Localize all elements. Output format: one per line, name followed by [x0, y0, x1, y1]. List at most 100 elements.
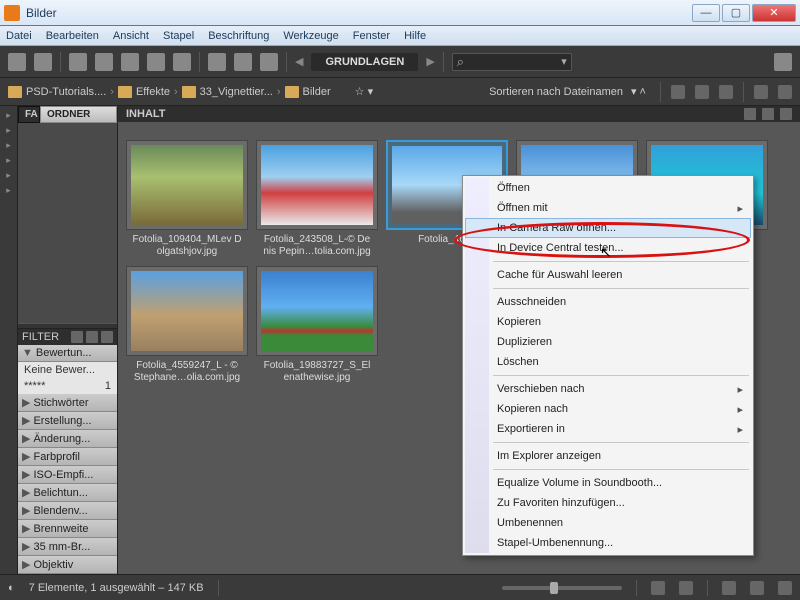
minimize-button[interactable]: — — [692, 4, 720, 22]
nav-back-icon[interactable] — [8, 53, 26, 71]
context-menu-item[interactable]: Duplizieren — [465, 332, 751, 352]
menu-bearbeiten[interactable]: Bearbeiten — [46, 30, 99, 42]
context-menu-item[interactable]: Stapel-Umbenennung... — [465, 533, 751, 553]
rotate-ccw-icon[interactable] — [208, 53, 226, 71]
window-title: Bilder — [26, 6, 692, 20]
pin-icon[interactable] — [71, 331, 83, 343]
clear-icon[interactable] — [86, 331, 98, 343]
context-menu-item[interactable]: Öffnen mit▸ — [465, 198, 751, 218]
thumbnail[interactable]: Fotolia_243508_L-© Denis Pepin…tolia.com… — [256, 140, 378, 258]
grid-lock-icon[interactable] — [651, 581, 665, 595]
context-menu-item[interactable]: Equalize Volume in Soundbooth... — [465, 473, 751, 493]
context-menu-item[interactable]: Umbenennen — [465, 513, 751, 533]
menu-fenster[interactable]: Fenster — [353, 30, 390, 42]
nav-forward-icon[interactable] — [34, 53, 52, 71]
filter-no-rating[interactable]: Keine Bewer... — [18, 362, 117, 378]
spinner-icon: ◐ — [8, 582, 15, 594]
download-icon[interactable] — [69, 53, 87, 71]
folder-icon — [8, 86, 22, 98]
filter-belichtung[interactable]: ▶Belichtun... — [18, 484, 117, 502]
filter-panel-header[interactable]: FILTER — [18, 329, 117, 345]
context-menu-item[interactable]: Verschieben nach▸ — [465, 379, 751, 399]
context-menu-item[interactable]: Zu Favoriten hinzufügen... — [465, 493, 751, 513]
tab-favorites[interactable]: FA — [18, 106, 40, 123]
camera-icon[interactable] — [95, 53, 113, 71]
open-app-icon[interactable] — [147, 53, 165, 71]
thumbnail[interactable]: Fotolia_109404_MLev Dolgatshjov.jpg — [126, 140, 248, 258]
rotate-cw-icon[interactable] — [234, 53, 252, 71]
context-menu-item[interactable]: In Camera Raw öffnen... — [465, 218, 751, 238]
menu-ansicht[interactable]: Ansicht — [113, 30, 149, 42]
filter-aenderung[interactable]: ▶Änderung... — [18, 430, 117, 448]
folder-icon — [285, 86, 299, 98]
context-menu-item[interactable]: Löschen — [465, 352, 751, 372]
crumb-4[interactable]: Bilder — [303, 86, 331, 98]
context-menu-item[interactable]: Kopieren — [465, 312, 751, 332]
new-folder-icon[interactable] — [754, 85, 768, 99]
workspace-label[interactable]: GRUNDLAGEN — [311, 53, 418, 71]
close-button[interactable]: ✕ — [752, 4, 796, 22]
favorite-star-icon[interactable]: ☆ ▾ — [355, 85, 373, 98]
view-mode-3-icon[interactable] — [778, 581, 792, 595]
context-menu-item[interactable]: Ausschneiden — [465, 292, 751, 312]
left-panels: FA ORDNER FILTER ▼Bewertun... Keine Bewe… — [18, 106, 118, 574]
view-grid-icon[interactable] — [744, 108, 756, 120]
app-icon — [4, 5, 20, 21]
thumbnail-caption: Fotolia_4559247_L - ©Stephane…olia.com.j… — [134, 360, 240, 384]
folder-icon — [182, 86, 196, 98]
cursor-icon: ↖ — [600, 244, 612, 261]
filter-erstellung[interactable]: ▶Erstellung... — [18, 412, 117, 430]
filter-5-stars[interactable]: *****1 — [18, 378, 117, 394]
view-list-icon[interactable] — [780, 108, 792, 120]
crumb-3[interactable]: 33_Vignettier... — [200, 86, 273, 98]
filter-blende[interactable]: ▶Blendenv... — [18, 502, 117, 520]
collapsed-panel-strip[interactable]: ▸▸▸▸▸▸ — [0, 106, 18, 574]
context-menu: ÖffnenÖffnen mit▸In Camera Raw öffnen...… — [462, 175, 754, 556]
zoom-slider[interactable] — [502, 586, 622, 590]
filter-iso[interactable]: ▶ISO-Empfi... — [18, 466, 117, 484]
filter-icon[interactable] — [671, 85, 685, 99]
maximize-button[interactable]: ▢ — [722, 4, 750, 22]
crumb-2[interactable]: Effekte — [136, 86, 170, 98]
context-menu-item[interactable]: Öffnen — [465, 178, 751, 198]
menu-stapel[interactable]: Stapel — [163, 30, 194, 42]
context-menu-item[interactable]: Im Explorer anzeigen — [465, 446, 751, 466]
filter-stichwoerter[interactable]: ▶Stichwörter — [18, 394, 117, 412]
menu-beschriftung[interactable]: Beschriftung — [208, 30, 269, 42]
thumbnail[interactable]: Fotolia_4559247_L - ©Stephane…olia.com.j… — [126, 266, 248, 384]
filter-brennweite[interactable]: ▶Brennweite — [18, 520, 117, 538]
filter-objektiv[interactable]: ▶Objektiv — [18, 556, 117, 574]
star-rating-icon[interactable] — [719, 85, 733, 99]
thumbnail-icon[interactable] — [695, 85, 709, 99]
thumbnail-caption: Fotolia_19883727_S_Elenathewise.jpg — [264, 360, 371, 384]
refine-icon[interactable] — [121, 53, 139, 71]
thumbnail-caption: Fotolia_243508_L-© Denis Pepin…tolia.com… — [263, 234, 370, 258]
status-bar: ◐ 7 Elemente, 1 ausgewählt – 147 KB — [0, 574, 800, 600]
tab-ordner[interactable]: ORDNER — [40, 106, 117, 123]
menu-werkzeuge[interactable]: Werkzeuge — [283, 30, 338, 42]
delete-icon[interactable] — [778, 85, 792, 99]
preview-mode-icon[interactable] — [679, 581, 693, 595]
sort-label[interactable]: Sortieren nach Dateinamen — [489, 86, 623, 98]
context-menu-item[interactable]: Kopieren nach▸ — [465, 399, 751, 419]
filter-bewertung[interactable]: ▼Bewertun... — [18, 345, 117, 362]
search-input[interactable]: ▾ — [452, 53, 572, 71]
trash-icon[interactable] — [260, 53, 278, 71]
filter-farbprofil[interactable]: ▶Farbprofil — [18, 448, 117, 466]
menu-icon[interactable] — [101, 331, 113, 343]
menu-datei[interactable]: Datei — [6, 30, 32, 42]
view-mode-2-icon[interactable] — [750, 581, 764, 595]
filter-35mm[interactable]: ▶35 mm-Br... — [18, 538, 117, 556]
compact-mode-icon[interactable] — [774, 53, 792, 71]
thumbnail[interactable]: Fotolia_19883727_S_Elenathewise.jpg — [256, 266, 378, 384]
context-menu-item[interactable]: Cache für Auswahl leeren — [465, 265, 751, 285]
content-tab[interactable]: INHALT — [118, 106, 800, 122]
crumb-1[interactable]: PSD-Tutorials.... — [26, 86, 106, 98]
title-bar: Bilder — ▢ ✕ — [0, 0, 800, 26]
output-icon[interactable] — [173, 53, 191, 71]
menu-hilfe[interactable]: Hilfe — [404, 30, 426, 42]
context-menu-item[interactable]: Exportieren in▸ — [465, 419, 751, 439]
folder-icon — [118, 86, 132, 98]
view-detail-icon[interactable] — [762, 108, 774, 120]
view-mode-1-icon[interactable] — [722, 581, 736, 595]
